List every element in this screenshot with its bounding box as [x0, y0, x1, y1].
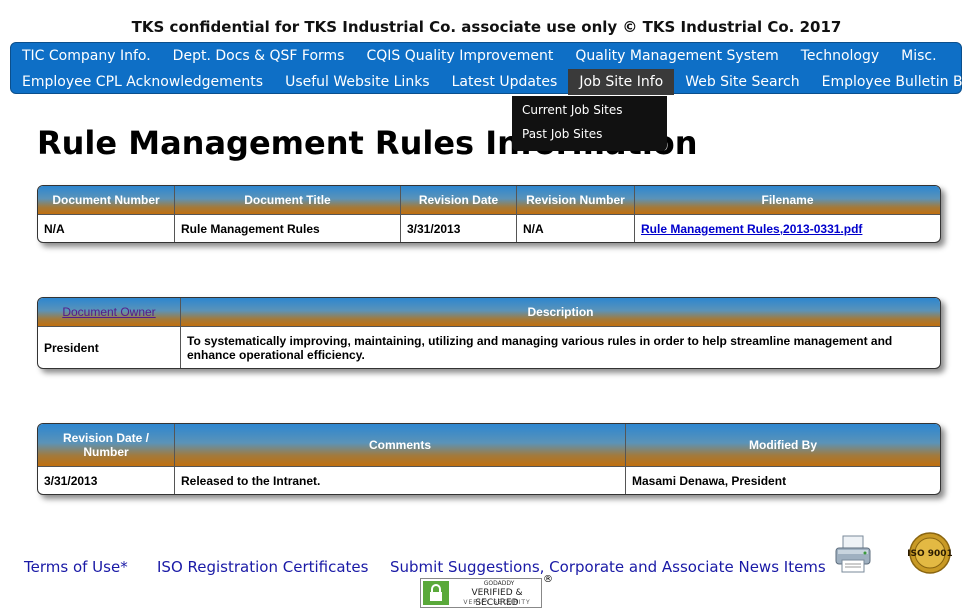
cell-description: To systematically improving, maintaining…: [181, 326, 940, 368]
document-info-table: Document Number Document Title Revision …: [37, 185, 941, 243]
header-revision-date-number: Revision Date / Number: [38, 424, 175, 466]
revision-history-table: Revision Date / Number Comments Modified…: [37, 423, 941, 495]
cell-filename: Rule Management Rules,2013-0331.pdf: [635, 214, 940, 242]
iso-seal-text: ISO 9001: [908, 549, 952, 559]
nav-item-misc[interactable]: Misc.: [890, 43, 947, 69]
nav-item-job-site-info[interactable]: Job Site Info: [568, 69, 675, 95]
dropdown-item-past-job-sites[interactable]: Past Job Sites: [512, 122, 667, 146]
header-revision-number: Revision Number: [517, 186, 635, 214]
header-description: Description: [181, 298, 940, 326]
cell-comments: Released to the Intranet.: [175, 466, 626, 494]
nav-item-web-search[interactable]: Web Site Search: [674, 69, 810, 95]
nav-item-useful-links[interactable]: Useful Website Links: [274, 69, 441, 95]
nav-row-1: TIC Company Info. Dept. Docs & QSF Forms…: [11, 43, 948, 69]
nav-item-latest-updates[interactable]: Latest Updates: [441, 69, 569, 95]
footer-link-terms[interactable]: Terms of Use*: [24, 558, 128, 576]
nav-item-cpl[interactable]: Employee CPL Acknowledgements: [11, 69, 274, 95]
header-filename: Filename: [635, 186, 940, 214]
header-document-number: Document Number: [38, 186, 175, 214]
footer-link-submit-suggestions[interactable]: Submit Suggestions, Corporate and Associ…: [390, 558, 826, 576]
printer-icon[interactable]: [834, 534, 872, 574]
header-comments: Comments: [175, 424, 626, 466]
table-row: President To systematically improving, m…: [38, 326, 940, 368]
cell-revision-date: 3/31/2013: [401, 214, 517, 242]
cell-revision-date: 3/31/2013: [38, 466, 175, 494]
iso-9001-seal-icon: ISO 9001: [907, 532, 953, 574]
nav-item-bulletin-boards[interactable]: Employee Bulletin Boards: [811, 69, 973, 95]
nav-row-2: Employee CPL Acknowledgements Useful Web…: [11, 69, 973, 95]
document-owner-link[interactable]: Document Owner: [62, 305, 155, 319]
header-modified-by: Modified By: [626, 424, 940, 466]
lock-icon: [423, 581, 449, 605]
cell-owner: President: [38, 326, 181, 368]
dropdown-item-current-job-sites[interactable]: Current Job Sites: [512, 98, 667, 122]
nav-item-dept-docs[interactable]: Dept. Docs & QSF Forms: [162, 43, 356, 69]
confidential-banner: TKS confidential for TKS Industrial Co. …: [131, 18, 842, 36]
nav-item-technology[interactable]: Technology: [790, 43, 890, 69]
cell-document-number: N/A: [38, 214, 175, 242]
registered-mark: ®: [543, 574, 553, 585]
table-row: 3/31/2013 Released to the Intranet. Masa…: [38, 466, 940, 494]
table-header-row: Revision Date / Number Comments Modified…: [38, 424, 940, 466]
badge-top-text: GODADDY: [483, 580, 515, 587]
main-nav: TIC Company Info. Dept. Docs & QSF Forms…: [10, 42, 973, 95]
table-row: N/A Rule Management Rules 3/31/2013 N/A …: [38, 214, 940, 242]
footer-link-iso-certificates[interactable]: ISO Registration Certificates: [157, 558, 368, 576]
nav-item-qms[interactable]: Quality Management System: [564, 43, 789, 69]
header-document-owner: Document Owner: [38, 298, 181, 326]
owner-description-table: Document Owner Description President To …: [37, 297, 941, 369]
cell-document-title: Rule Management Rules: [175, 214, 401, 242]
table-header-row: Document Owner Description: [38, 298, 940, 326]
header-document-title: Document Title: [175, 186, 401, 214]
verified-secured-badge[interactable]: GODADDY VERIFIED & SECURED VERIFY SECURI…: [420, 578, 542, 608]
header-revision-date: Revision Date: [401, 186, 517, 214]
cell-modified-by: Masami Denawa, President: [626, 466, 940, 494]
badge-bottom-text: VERIFY SECURITY: [463, 599, 531, 606]
job-site-dropdown: Current Job Sites Past Job Sites: [512, 96, 667, 151]
nav-item-cqis[interactable]: CQIS Quality Improvement: [355, 43, 564, 69]
filename-link[interactable]: Rule Management Rules,2013-0331.pdf: [641, 222, 862, 236]
table-header-row: Document Number Document Title Revision …: [38, 186, 940, 214]
cell-revision-number: N/A: [517, 214, 635, 242]
nav-item-company-info[interactable]: TIC Company Info.: [11, 43, 162, 69]
